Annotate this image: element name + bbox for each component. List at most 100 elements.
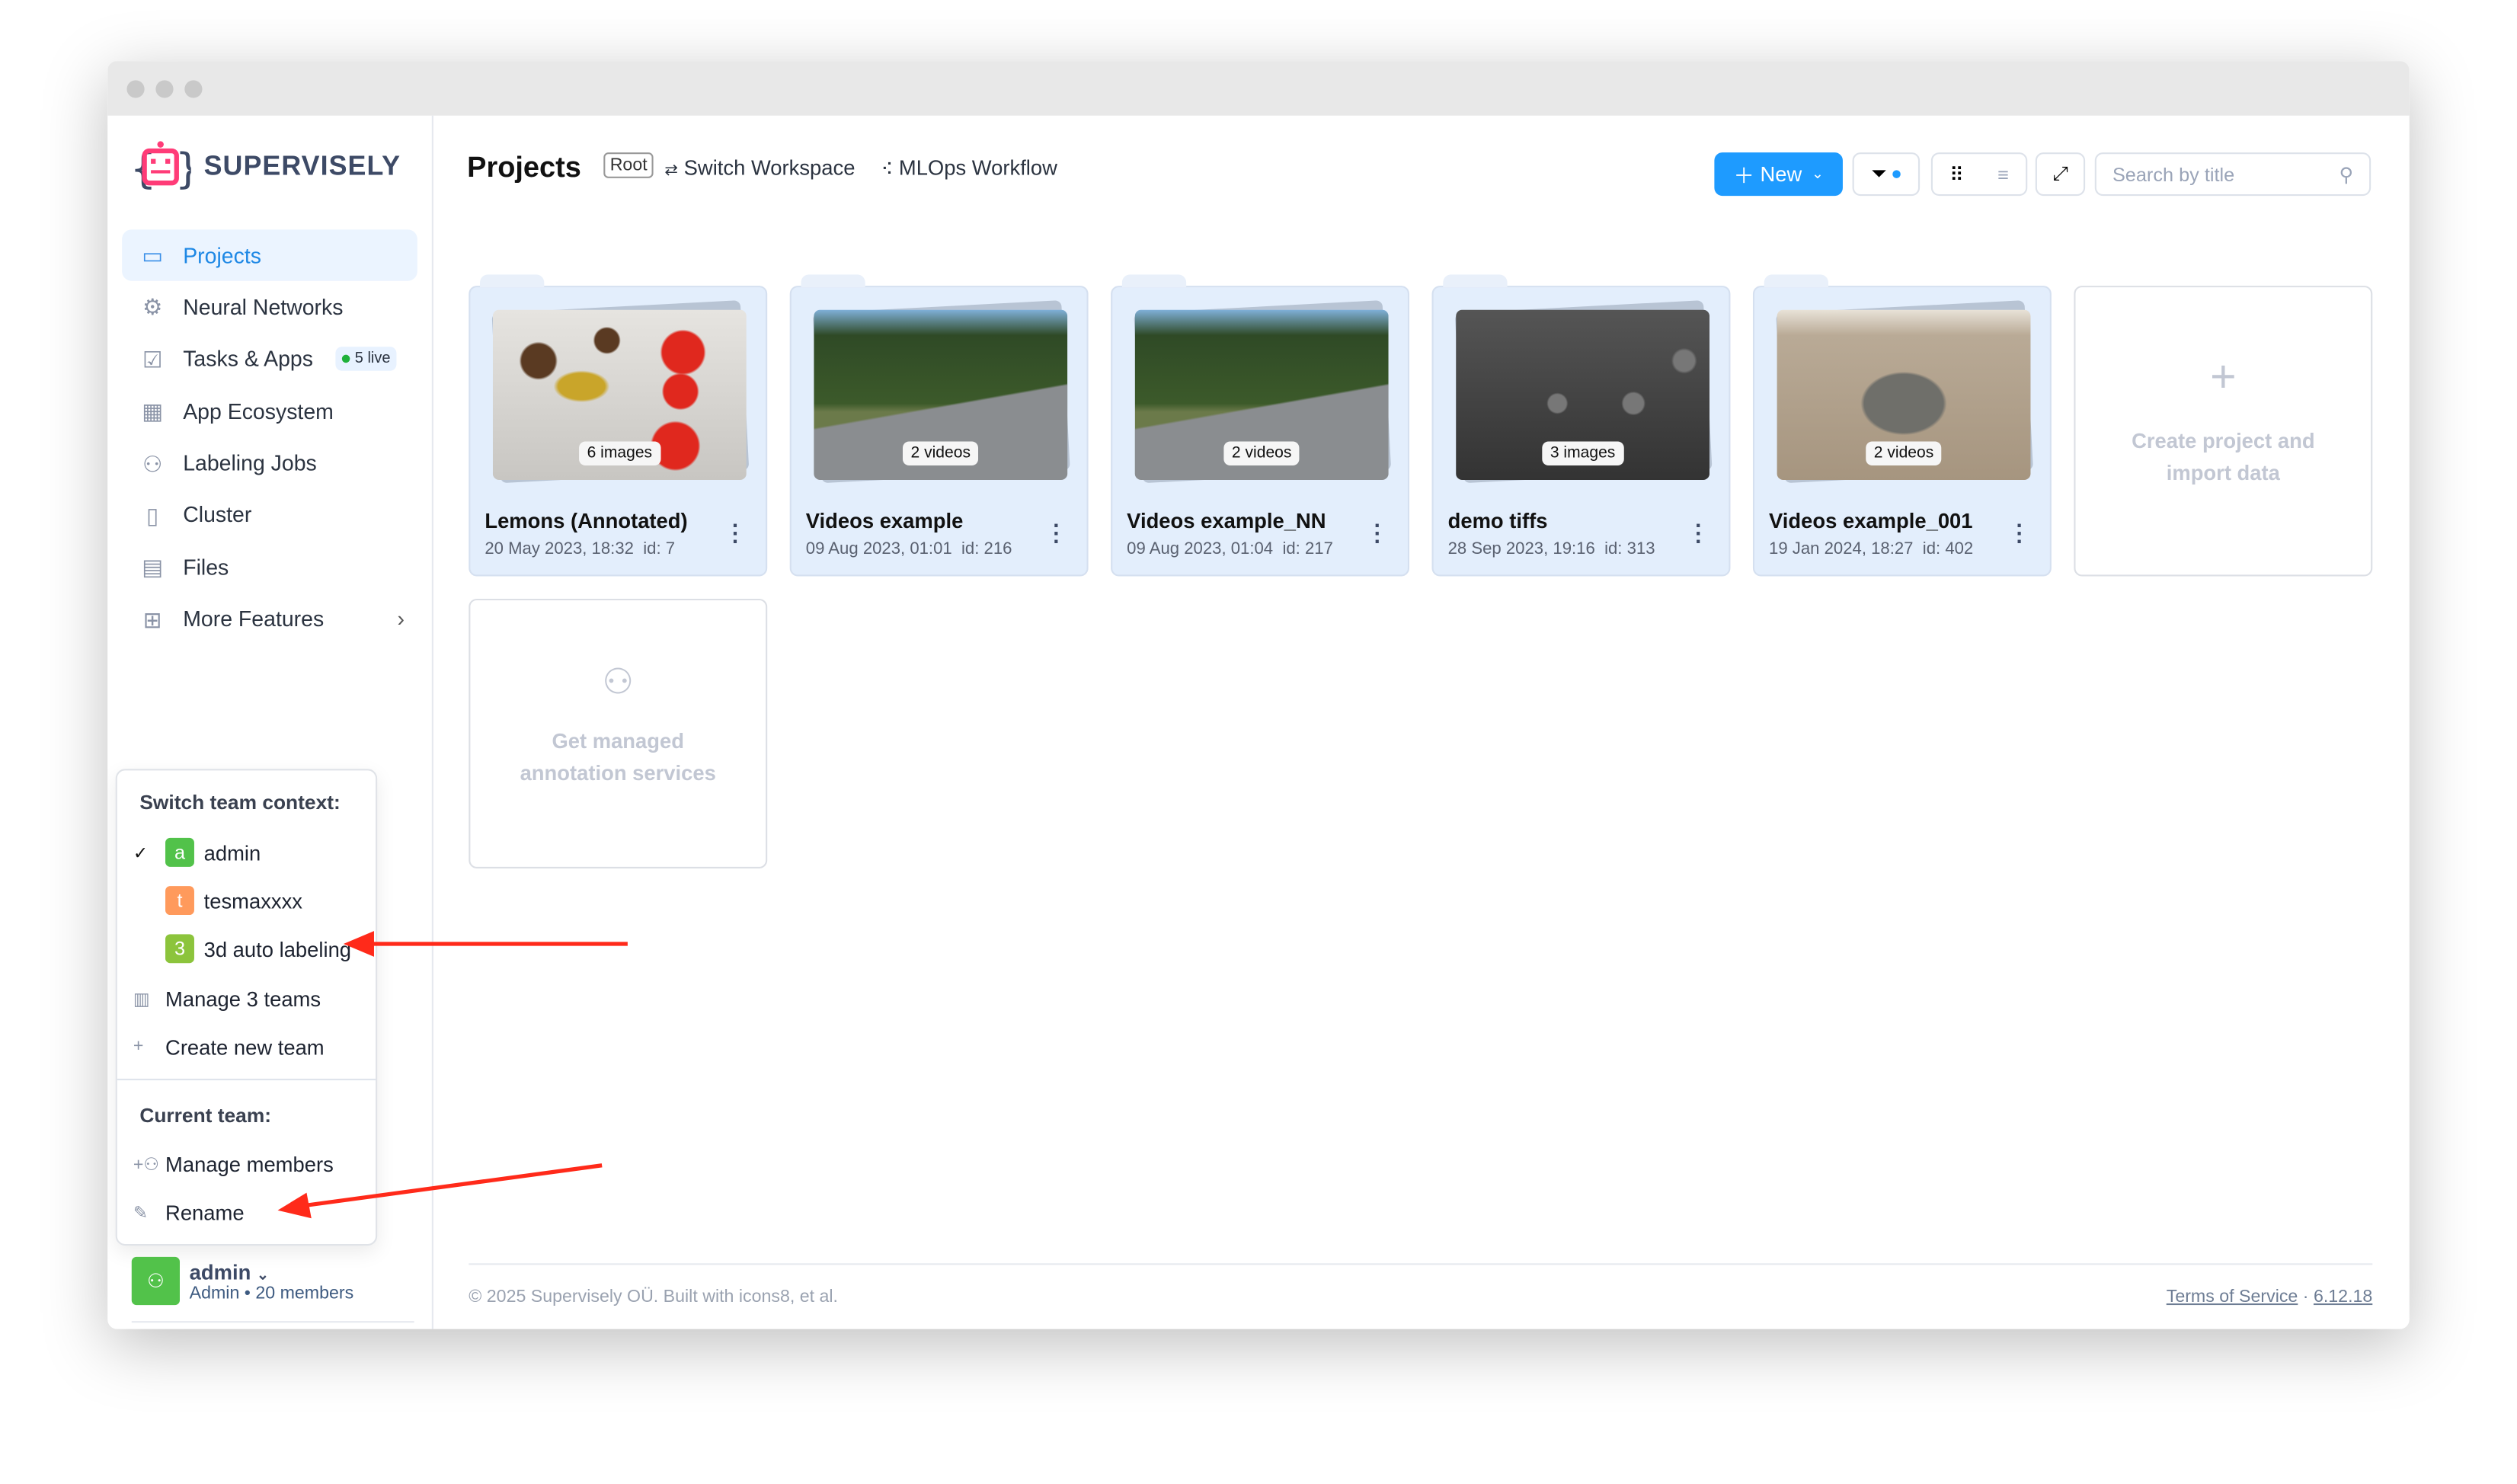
more-options-icon[interactable]: · · ·	[1053, 513, 1060, 552]
project-id: id: 402	[1922, 539, 1974, 559]
more-options-icon[interactable]: · · ·	[2016, 513, 2024, 552]
chevron-down-icon: ⌄	[1811, 165, 1824, 182]
team-role: Admin	[189, 1283, 240, 1303]
manage-teams-label: Manage 3 teams	[165, 986, 321, 1011]
manage-teams-item[interactable]: ▥ Manage 3 teams	[133, 980, 321, 1015]
rename-item[interactable]: ✎ Rename	[133, 1195, 245, 1230]
current-team-selector[interactable]: ⚇ admin ⌄ Admin • 20 members	[131, 1256, 353, 1306]
sidebar-item-labeling-jobs[interactable]: ⚇ Labeling Jobs	[122, 437, 417, 488]
project-name[interactable]: Videos example_NN	[1127, 509, 1326, 533]
team-context-menu: Switch team context: ✓ a admin t tesmaxxxx …	[115, 769, 378, 1246]
team-avatar: 3	[165, 934, 194, 964]
grid-view-icon[interactable]: ⠿	[1949, 163, 1964, 185]
project-date: 19 Jan 2024, 18:27	[1769, 539, 1914, 559]
search-placeholder: Search by title	[2112, 162, 2235, 186]
project-thumbnail: 6 images	[492, 309, 747, 481]
more-options-icon[interactable]: · · ·	[732, 513, 740, 552]
sidebar-item-tasks-apps[interactable]: ☑ Tasks & Apps 5 live	[122, 334, 417, 385]
project-date: 20 May 2023, 18:32	[485, 539, 634, 559]
list-view-icon[interactable]: ≡	[1997, 163, 2009, 185]
mlops-workflow-link[interactable]: ⠪ MLOps Workflow	[881, 155, 1057, 180]
project-id: id: 216	[961, 539, 1012, 559]
sidebar-item-neural-networks[interactable]: ⚙ Neural Networks	[122, 282, 417, 333]
project-name[interactable]: Videos example_001	[1769, 509, 1973, 533]
window-minimize-button[interactable]	[155, 80, 174, 98]
sidebar-item-label: Files	[183, 555, 229, 580]
project-name[interactable]: demo tiffs	[1448, 509, 1548, 533]
project-date: 09 Aug 2023, 01:04	[1127, 539, 1274, 559]
sidebar-item-label: Labeling Jobs	[183, 451, 317, 475]
manage-members-label: Manage members	[165, 1151, 334, 1176]
team-option-admin[interactable]: ✓ a admin	[133, 835, 261, 870]
managed-services-card[interactable]: ⚇ Get managed annotation services	[469, 598, 768, 868]
project-meta: 19 Jan 2024, 18:27 id: 402	[1769, 539, 1973, 558]
project-card[interactable]: 3 images demo tiffs 28 Sep 2023, 19:16 i…	[1431, 274, 1731, 577]
search-icon: ⚲	[2339, 162, 2354, 186]
expand-icon: ⤢	[2052, 162, 2068, 185]
project-meta: 20 May 2023, 18:32 id: 7	[485, 539, 675, 558]
filter-button[interactable]: ⏷	[1852, 152, 1921, 197]
item-count: 2 videos	[1223, 441, 1300, 466]
current-team-header: Current team:	[139, 1104, 272, 1127]
project-id: id: 313	[1604, 539, 1655, 559]
team-name: tesmaxxxx	[203, 888, 302, 913]
project-card[interactable]: 2 videos Videos example 09 Aug 2023, 01:…	[789, 274, 1089, 577]
sidebar-item-files[interactable]: ▤ Files	[122, 542, 417, 593]
create-team-item[interactable]: + Create new team	[133, 1029, 325, 1064]
sidebar-item-label: App Ecosystem	[183, 398, 334, 424]
create-project-card[interactable]: + Create project and import data	[2074, 286, 2373, 577]
sidebar-item-projects[interactable]: ▭ Projects	[122, 229, 417, 281]
labeling-icon: ⚇	[142, 450, 163, 476]
folder-tab	[1764, 274, 1828, 288]
expand-button[interactable]: ⤢	[2035, 152, 2086, 197]
chevron-right-icon: ›	[397, 606, 405, 632]
item-count: 2 videos	[1866, 441, 1942, 466]
pencil-icon: ✎	[133, 1203, 149, 1223]
manage-members-item[interactable]: +⚇ Manage members	[133, 1146, 334, 1181]
brain-icon: ⚙	[142, 294, 163, 321]
sidebar-item-more-features[interactable]: ⊞ More Features ›	[122, 593, 417, 644]
menu-divider	[117, 1078, 376, 1081]
project-thumbnail: 2 videos	[814, 309, 1068, 481]
logo-text: SUPERVISELY	[203, 151, 401, 182]
app-window: {} SUPERVISELY ▭ Projects ⚙ Neural Network…	[107, 61, 2410, 1329]
project-card[interactable]: 6 images Lemons (Annotated) 20 May 2023,…	[469, 274, 768, 577]
sidebar-item-app-ecosystem[interactable]: ▦ App Ecosystem	[122, 385, 417, 437]
project-card[interactable]: 2 videos Videos example_NN 09 Aug 2023, …	[1111, 274, 1410, 577]
more-options-icon[interactable]: · · ·	[1374, 513, 1382, 552]
filter-icon: ⏷	[1871, 162, 1887, 185]
team-option-tesmaxxxx[interactable]: t tesmaxxxx	[133, 883, 302, 918]
project-thumbnail: 3 images	[1456, 309, 1710, 481]
new-button[interactable]: ＋ New ⌄	[1714, 152, 1843, 197]
switch-workspace-link[interactable]: ⇄ Switch Workspace	[664, 155, 855, 180]
project-meta: 28 Sep 2023, 19:16 id: 313	[1448, 539, 1655, 558]
rename-label: Rename	[165, 1200, 245, 1224]
project-thumbnail: 2 videos	[1777, 309, 2031, 481]
logo[interactable]: {} SUPERVISELY	[130, 139, 401, 194]
create-project-label: Create project and import data	[2132, 428, 2315, 485]
more-options-icon[interactable]: · · ·	[1695, 513, 1703, 552]
project-card[interactable]: 2 videos Videos example_001 19 Jan 2024,…	[1752, 274, 2052, 577]
search-input[interactable]: Search by title ⚲	[2094, 152, 2371, 197]
grid-icon: ⊞	[142, 606, 162, 632]
team-option-3d-auto-labeling[interactable]: 3 3d auto labeling	[133, 931, 351, 966]
sidebar-item-label: Neural Networks	[183, 295, 344, 320]
managed-services-label: Get managed annotation services	[520, 728, 716, 785]
sidebar-nav: ▭ Projects ⚙ Neural Networks ☑ Tasks & Apps…	[122, 229, 417, 645]
sidebar-item-label: Tasks & Apps	[183, 347, 313, 372]
check-icon: ✓	[133, 843, 149, 863]
root-breadcrumb[interactable]: Root	[603, 152, 654, 178]
project-name[interactable]: Videos example	[806, 509, 964, 533]
live-badge: 5 live	[335, 347, 397, 372]
workflow-icon: ⠪	[881, 162, 894, 180]
window-maximize-button[interactable]	[184, 80, 203, 98]
project-name[interactable]: Lemons (Annotated)	[485, 509, 687, 533]
switch-team-header: Switch team context:	[139, 791, 341, 814]
version-link[interactable]: 6.12.18	[2314, 1287, 2372, 1306]
window-close-button[interactable]	[126, 80, 145, 98]
copyright: © 2025 Supervisely OÜ. Built with icons8…	[469, 1287, 839, 1307]
sidebar-item-label: Projects	[183, 243, 261, 267]
sidebar-item-cluster[interactable]: ▯ Cluster	[122, 490, 417, 541]
terms-link[interactable]: Terms of Service	[2167, 1287, 2298, 1306]
project-date: 28 Sep 2023, 19:16	[1447, 539, 1595, 559]
